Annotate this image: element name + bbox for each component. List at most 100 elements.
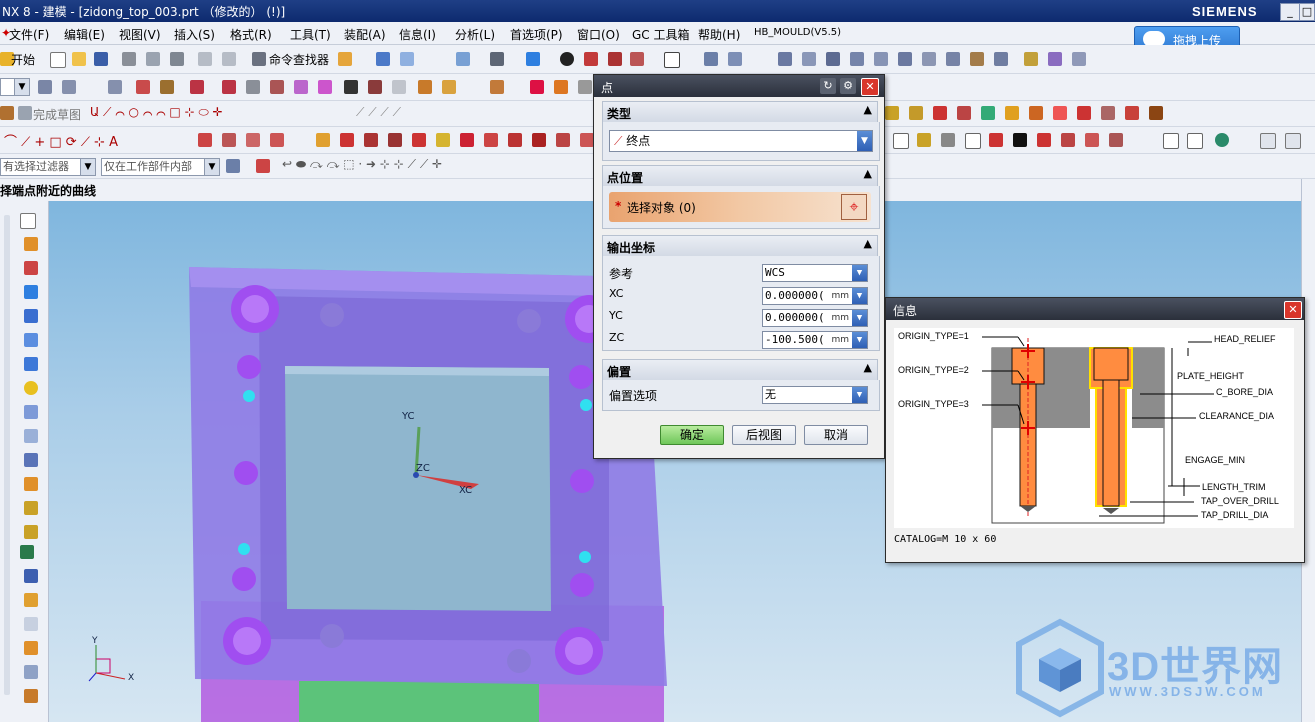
curve-icon[interactable]: [198, 133, 212, 147]
tool-revolve-icon[interactable]: [24, 261, 38, 275]
curve-27-icon[interactable]: [1187, 133, 1203, 149]
feature-3-icon[interactable]: [108, 80, 122, 94]
feature-icon[interactable]: [38, 80, 52, 94]
curve-19-icon[interactable]: [965, 133, 981, 149]
tool-shell-icon[interactable]: [20, 545, 34, 559]
tool-boss-icon[interactable]: [24, 429, 38, 443]
assembly-2-icon[interactable]: [802, 52, 816, 66]
render-icon[interactable]: [584, 52, 598, 66]
tool-trim-icon[interactable]: [24, 593, 38, 607]
tool-point-icon[interactable]: [24, 381, 38, 395]
info-dialog-titlebar[interactable]: 信息 ✕: [886, 298, 1304, 320]
orient-icon[interactable]: [490, 52, 504, 66]
curve-10-icon[interactable]: [436, 133, 450, 147]
fit-icon[interactable]: [456, 52, 470, 66]
feature-6-icon[interactable]: [190, 80, 204, 94]
curve-5-icon[interactable]: [316, 133, 330, 147]
mould-9-icon[interactable]: [1077, 106, 1091, 120]
render-3-icon[interactable]: [630, 52, 644, 66]
display-mode-icon[interactable]: [560, 52, 574, 66]
tool-block-icon[interactable]: [24, 285, 38, 299]
resource-tabs[interactable]: [4, 215, 10, 695]
reset-icon[interactable]: ↻: [820, 78, 836, 94]
xc-input[interactable]: 0.000000(mm ▼: [762, 287, 868, 305]
assembly-6-icon[interactable]: [898, 52, 912, 66]
tool-pattern-icon[interactable]: [24, 689, 38, 703]
tool-cylinder-icon[interactable]: [24, 309, 38, 323]
collapse-icon[interactable]: ▲: [864, 361, 872, 374]
tool-draft-icon[interactable]: [24, 525, 38, 539]
menu-edit[interactable]: 编辑(E): [64, 26, 105, 43]
tool-pocket-icon[interactable]: [24, 453, 38, 467]
curve-29-icon[interactable]: [1285, 133, 1301, 149]
assembly-3-icon[interactable]: [826, 52, 840, 66]
analysis-3-icon[interactable]: [1072, 52, 1086, 66]
mould-icon[interactable]: [885, 106, 899, 120]
tool-book-icon[interactable]: [24, 569, 38, 583]
curve-16-icon[interactable]: [580, 133, 594, 147]
assembly-10-icon[interactable]: [994, 52, 1008, 66]
feature-8-icon[interactable]: [246, 80, 260, 94]
curve-14-icon[interactable]: [532, 133, 546, 147]
mould-2-icon[interactable]: [909, 106, 923, 120]
assembly-8-icon[interactable]: [946, 52, 960, 66]
scope-combo[interactable]: 仅在工作部件内部 ▼: [101, 158, 220, 176]
offset-section-header[interactable]: 偏置 ▲: [602, 359, 878, 381]
back-button[interactable]: 后视图: [732, 425, 796, 445]
menu-window[interactable]: 窗口(O): [577, 26, 620, 43]
curve-8-icon[interactable]: [388, 133, 402, 147]
mould-4-icon[interactable]: [957, 106, 971, 120]
feature-10-icon[interactable]: [294, 80, 308, 94]
menu-insert[interactable]: 插入(S): [174, 26, 215, 43]
constraint-tools-icon[interactable]: ⟋ ⟋ ⟋ ⟋: [356, 105, 401, 120]
close-icon[interactable]: ✕: [1284, 301, 1302, 319]
paste-icon[interactable]: [170, 52, 184, 66]
curve-26-icon[interactable]: [1163, 133, 1179, 149]
dropdown-arrow-icon[interactable]: ▼: [857, 131, 872, 151]
minimize-button[interactable]: _: [1280, 3, 1300, 21]
point-dialog-titlebar[interactable]: 点 ↻ ⚙ ✕: [594, 75, 884, 97]
table-icon[interactable]: [893, 133, 909, 149]
mould-3-icon[interactable]: [933, 106, 947, 120]
globe-icon[interactable]: [1215, 133, 1229, 147]
save-icon[interactable]: [94, 52, 108, 66]
analysis-2-icon[interactable]: [1048, 52, 1062, 66]
grid-2-icon[interactable]: [368, 80, 382, 94]
mould-11-icon[interactable]: [1125, 106, 1139, 120]
snap-combo[interactable]: ▼: [0, 78, 30, 96]
curve-21-icon[interactable]: [1013, 133, 1027, 147]
curve-2-icon[interactable]: [222, 133, 236, 147]
menu-tools[interactable]: 工具(T): [290, 26, 331, 43]
curve-15-icon[interactable]: [556, 133, 570, 147]
assembly-7-icon[interactable]: [922, 52, 936, 66]
collapse-icon[interactable]: ▲: [864, 103, 872, 116]
layer-icon[interactable]: [704, 52, 718, 66]
mould-6-icon[interactable]: [1005, 106, 1019, 120]
touch-mode-icon[interactable]: [338, 52, 352, 66]
feature-11-icon[interactable]: [318, 80, 332, 94]
feature-13-icon[interactable]: [490, 80, 504, 94]
background-icon[interactable]: [664, 52, 680, 68]
type-section-header[interactable]: 类型 ▲: [602, 101, 878, 123]
cut-icon[interactable]: [122, 52, 136, 66]
assembly-9-icon[interactable]: [970, 52, 984, 66]
shaded-icon[interactable]: [526, 52, 540, 66]
feature-2-icon[interactable]: [62, 80, 76, 94]
menu-gc-toolkit[interactable]: GC 工具箱: [632, 26, 690, 43]
collapse-icon[interactable]: ▲: [864, 237, 872, 250]
output-section-header[interactable]: 输出坐标 ▲: [602, 235, 878, 257]
menu-help[interactable]: 帮助(H): [698, 26, 740, 43]
layer-2-icon[interactable]: [728, 52, 742, 66]
feature-9-icon[interactable]: [270, 80, 284, 94]
open-icon[interactable]: [72, 52, 86, 66]
select-icon[interactable]: [376, 52, 390, 66]
grid-icon[interactable]: [344, 80, 358, 94]
curve-13-icon[interactable]: [508, 133, 522, 147]
mould-8-icon[interactable]: [1053, 106, 1067, 120]
cancel-button[interactable]: 取消: [804, 425, 868, 445]
curve-28-icon[interactable]: [1260, 133, 1276, 149]
curve-25-icon[interactable]: [1109, 133, 1123, 147]
mould-10-icon[interactable]: [1101, 106, 1115, 120]
mould-12-icon[interactable]: [1149, 106, 1163, 120]
curve-9-icon[interactable]: [412, 133, 426, 147]
